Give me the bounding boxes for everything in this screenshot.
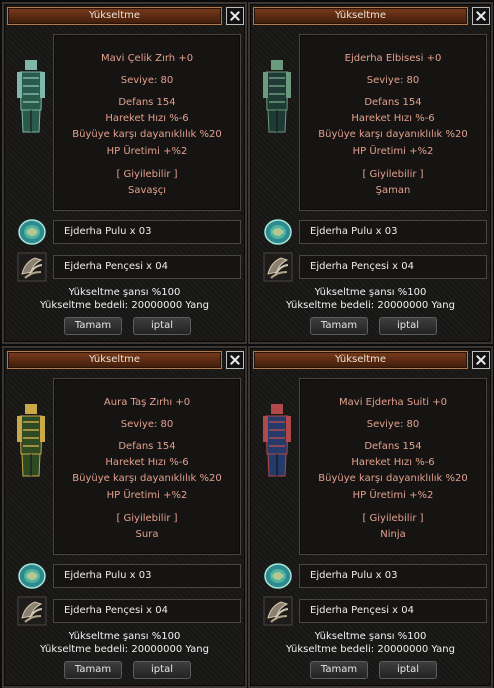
item-level: Seviye: 80	[366, 75, 420, 86]
close-button[interactable]	[226, 351, 244, 369]
upgrade-window: Yükseltme Mavi Ejderha Suiti +0 Seviye: 80…	[248, 346, 493, 688]
item-hp-regen: HP Üretimi +%2	[352, 146, 434, 157]
upgrade-chance: Yükseltme şansı %100	[68, 287, 181, 298]
dragon-claw-icon	[17, 252, 47, 282]
item-info-box: Mavi Çelik Zırh +0 Seviye: 80 Defans 154 Ha…	[53, 34, 241, 211]
item-info-box: Ejderha Elbisesi +0 Seviye: 80 Defans 154 H…	[299, 34, 487, 211]
blue-suit-icon	[263, 402, 291, 480]
item-magic-resist: Büyüye karşı dayanıklılık %20	[72, 473, 222, 484]
upgrade-window: Yükseltme Mavi Çelik Zırh +0 Seviye: 80 Def…	[2, 2, 247, 344]
item-move-speed: Hareket Hızı %-6	[105, 113, 189, 124]
item-info-box: Aura Taş Zırhı +0 Seviye: 80 Defans 154 Har…	[53, 378, 241, 555]
item-name: Mavi Çelik Zırh +0	[100, 53, 194, 64]
dragon-scale-icon	[17, 561, 47, 591]
window-title-bar: Yükseltme	[253, 351, 468, 369]
material-scale-row: Ejderha Pulu x 03	[53, 564, 241, 588]
material-claw-row: Ejderha Pençesi x 04	[299, 255, 487, 279]
window-title-bar: Yükseltme	[7, 7, 222, 25]
ok-button[interactable]: Tamam	[310, 317, 368, 335]
cancel-button[interactable]: iptal	[133, 661, 191, 679]
ok-button[interactable]: Tamam	[310, 661, 368, 679]
upgrade-window: Yükseltme Aura Taş Zırhı +0 Seviye: 80 Defa…	[2, 346, 247, 688]
window-title-bar: Yükseltme	[253, 7, 468, 25]
close-button[interactable]	[226, 7, 244, 25]
chest-armor-icon	[17, 58, 45, 136]
upgrade-chance: Yükseltme şansı %100	[314, 287, 427, 298]
item-defense: Defans 154	[364, 441, 422, 452]
upgrade-cost: Yükseltme bedeli: 20000000 Yang	[40, 644, 209, 655]
dragon-scale-icon	[17, 217, 47, 247]
dragon-scale-icon	[263, 561, 293, 591]
item-hp-regen: HP Üretimi +%2	[106, 490, 188, 501]
dragon-claw-icon	[263, 252, 293, 282]
item-defense: Defans 154	[118, 441, 176, 452]
item-defense: Defans 154	[118, 97, 176, 108]
close-button[interactable]	[472, 7, 490, 25]
cancel-button[interactable]: iptal	[133, 317, 191, 335]
item-move-speed: Hareket Hızı %-6	[105, 457, 189, 468]
item-magic-resist: Büyüye karşı dayanıklılık %20	[72, 129, 222, 140]
item-name: Aura Taş Zırhı +0	[103, 397, 191, 408]
material-claw-row: Ejderha Pençesi x 04	[299, 599, 487, 623]
class-label: Savaşçı	[127, 185, 166, 196]
item-info-box: Mavi Ejderha Suiti +0 Seviye: 80 Defans 15…	[299, 378, 487, 555]
item-move-speed: Hareket Hızı %-6	[351, 457, 435, 468]
dragon-robe-icon	[263, 58, 291, 136]
class-label: Sura	[135, 529, 159, 540]
cancel-button[interactable]: iptal	[379, 317, 437, 335]
dragon-claw-icon	[17, 596, 47, 626]
upgrade-cost: Yükseltme bedeli: 20000000 Yang	[286, 644, 455, 655]
material-claw-row: Ejderha Pençesi x 04	[53, 255, 241, 279]
item-level: Seviye: 80	[120, 75, 174, 86]
material-claw-row: Ejderha Pençesi x 04	[53, 599, 241, 623]
dragon-scale-icon	[263, 217, 293, 247]
item-defense: Defans 154	[364, 97, 422, 108]
item-name: Mavi Ejderha Suiti +0	[339, 397, 447, 408]
item-magic-resist: Büyüye karşı dayanıklılık %20	[318, 473, 468, 484]
item-hp-regen: HP Üretimi +%2	[352, 490, 434, 501]
upgrade-window: Yükseltme Ejderha Elbisesi +0 Seviye: 80 De…	[248, 2, 493, 344]
close-button[interactable]	[472, 351, 490, 369]
wearable-label: [ Giyilebilir ]	[362, 169, 424, 180]
wearable-label: [ Giyilebilir ]	[116, 513, 178, 524]
dragon-claw-icon	[263, 596, 293, 626]
cancel-button[interactable]: iptal	[379, 661, 437, 679]
item-name: Ejderha Elbisesi +0	[344, 53, 442, 64]
item-level: Seviye: 80	[120, 419, 174, 430]
item-level: Seviye: 80	[366, 419, 420, 430]
wearable-label: [ Giyilebilir ]	[116, 169, 178, 180]
item-move-speed: Hareket Hızı %-6	[351, 113, 435, 124]
class-label: Ninja	[380, 529, 406, 540]
aura-armor-icon	[17, 402, 45, 480]
upgrade-cost: Yükseltme bedeli: 20000000 Yang	[286, 300, 455, 311]
upgrade-chance: Yükseltme şansı %100	[314, 631, 427, 642]
material-scale-row: Ejderha Pulu x 03	[299, 564, 487, 588]
ok-button[interactable]: Tamam	[64, 661, 122, 679]
class-label: Şaman	[375, 185, 411, 196]
item-magic-resist: Büyüye karşı dayanıklılık %20	[318, 129, 468, 140]
window-title-bar: Yükseltme	[7, 351, 222, 369]
upgrade-chance: Yükseltme şansı %100	[68, 631, 181, 642]
material-scale-row: Ejderha Pulu x 03	[299, 220, 487, 244]
upgrade-cost: Yükseltme bedeli: 20000000 Yang	[40, 300, 209, 311]
ok-button[interactable]: Tamam	[64, 317, 122, 335]
material-scale-row: Ejderha Pulu x 03	[53, 220, 241, 244]
item-hp-regen: HP Üretimi +%2	[106, 146, 188, 157]
wearable-label: [ Giyilebilir ]	[362, 513, 424, 524]
